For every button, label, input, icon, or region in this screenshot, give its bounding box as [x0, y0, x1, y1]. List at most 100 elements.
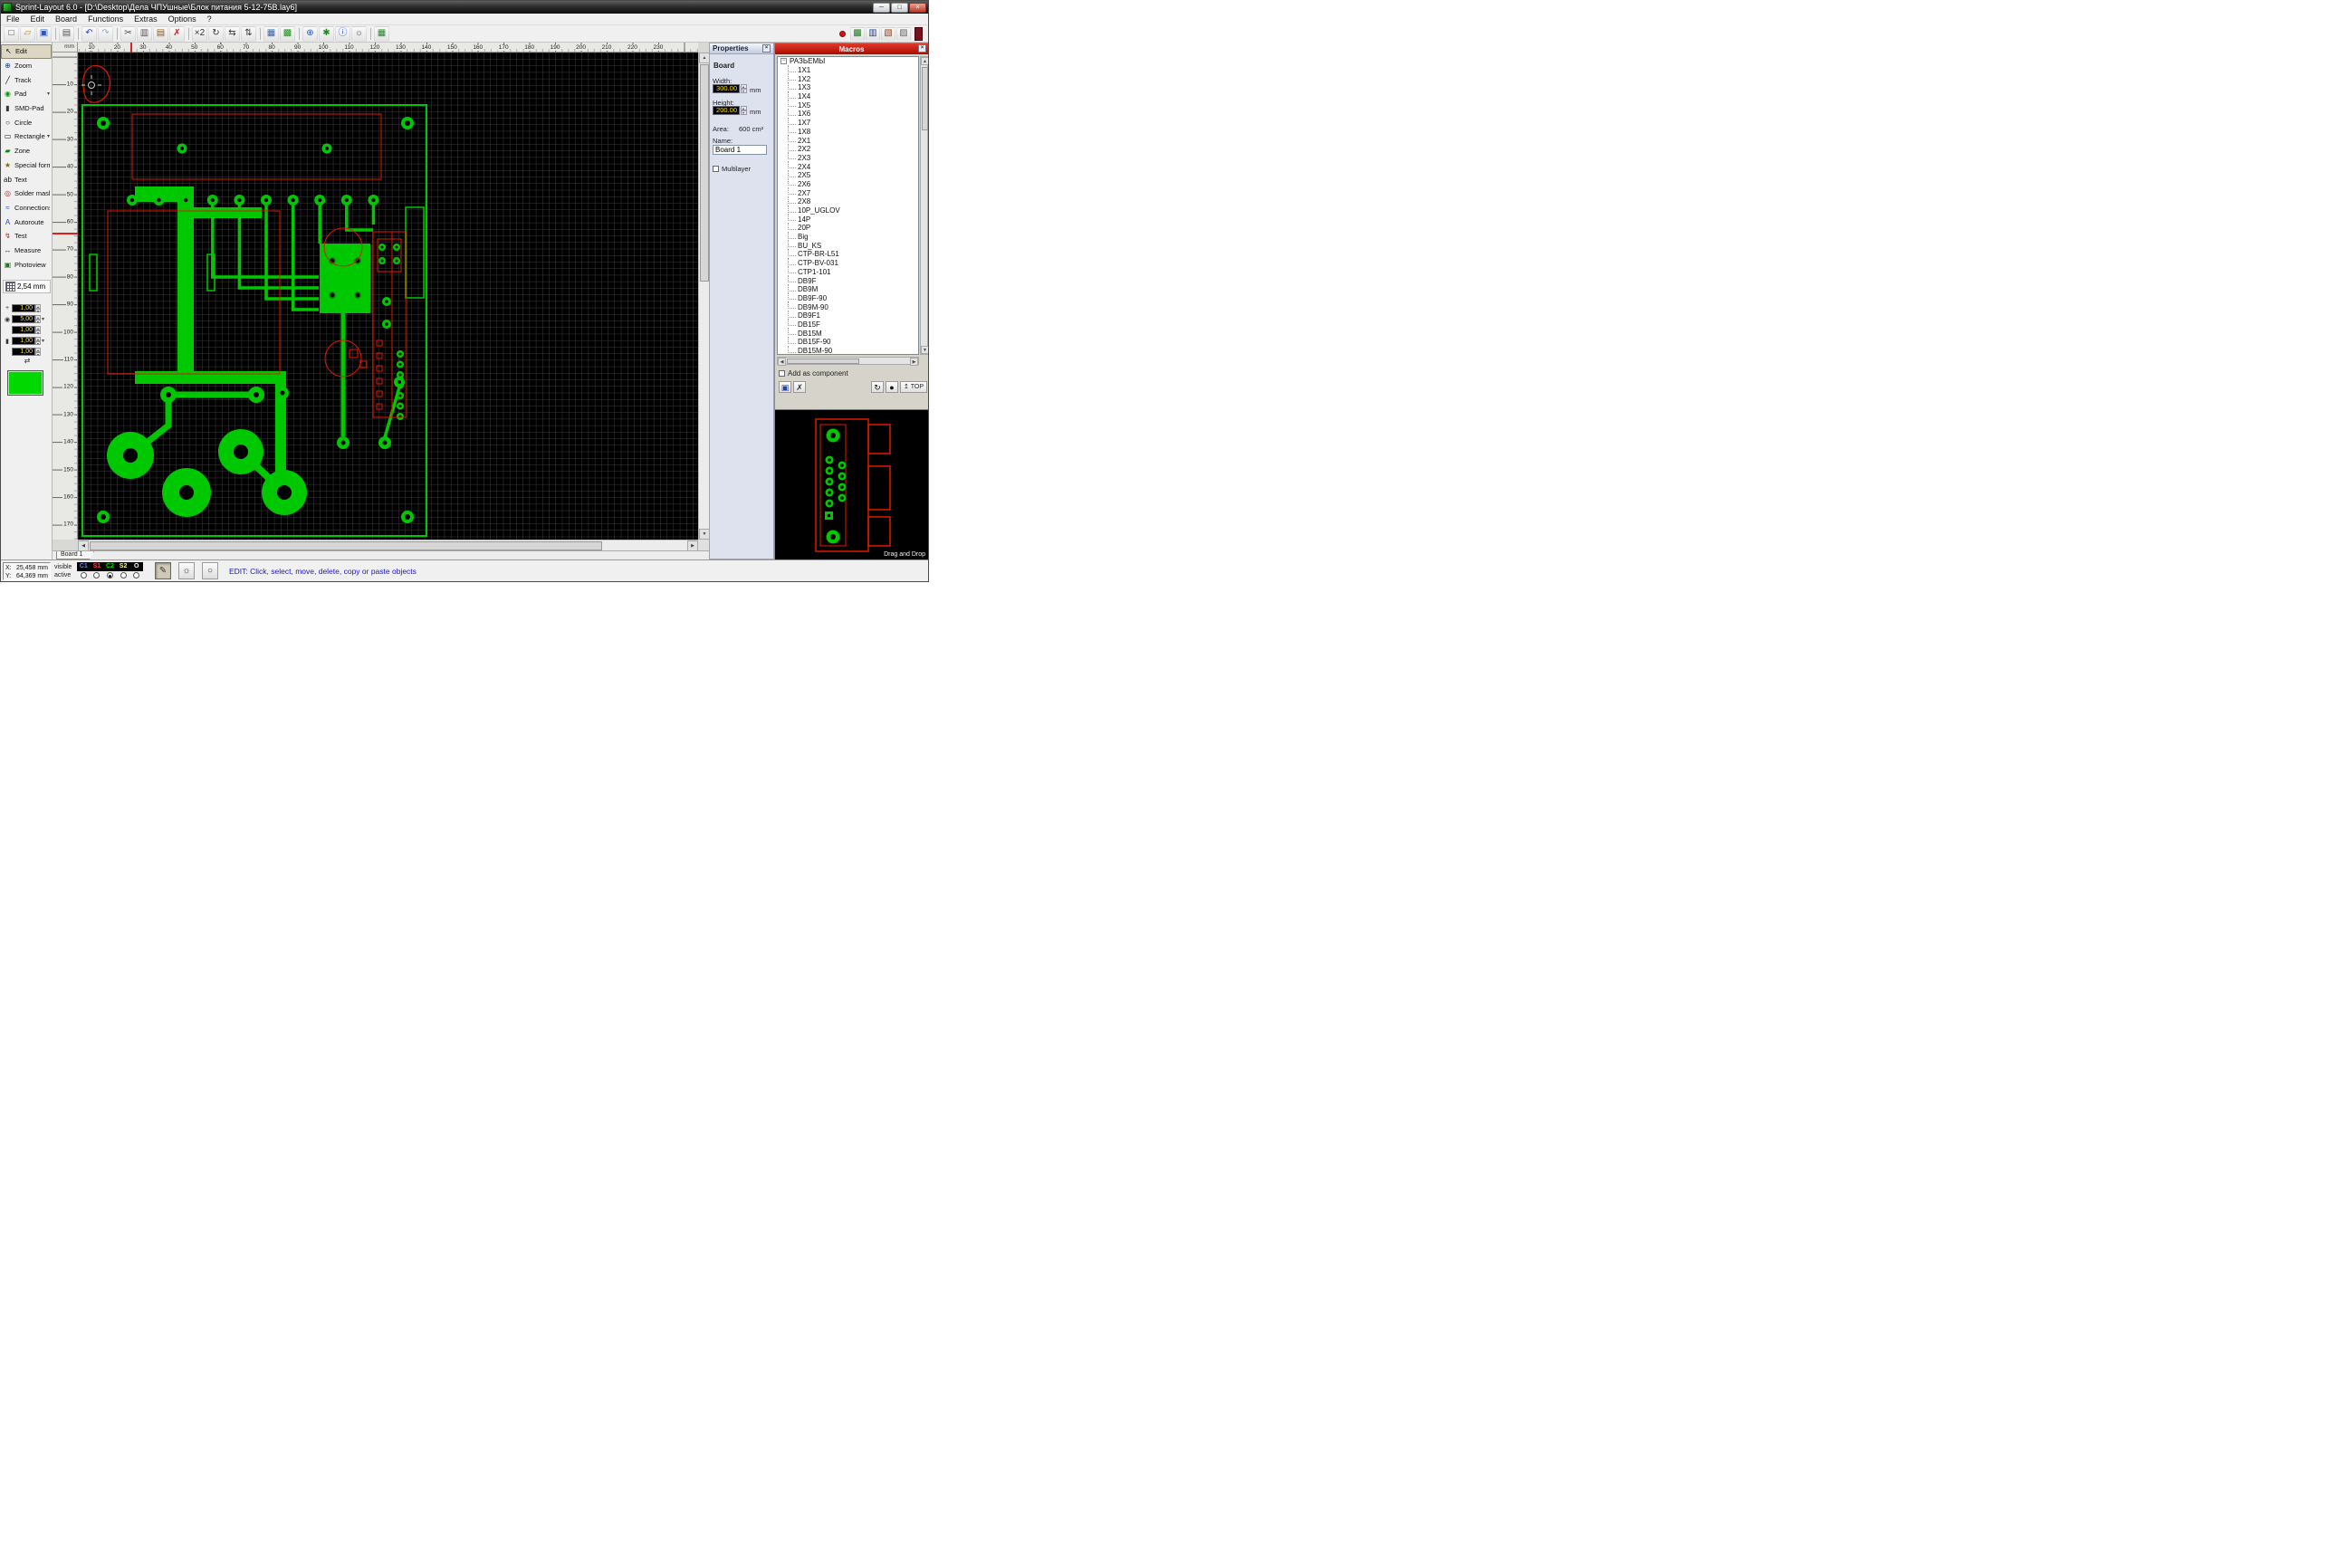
- macro-tree[interactable]: −РАЗЬЕМЫ1X11X21X31X41X51X61X71X82X12X22X…: [777, 56, 919, 355]
- macro-tree-vscrollbar[interactable]: ▲ ▼: [920, 56, 928, 355]
- macro-item-ctp1-101[interactable]: CTP1-101: [778, 268, 918, 277]
- delete-macro-button[interactable]: ✗: [793, 381, 806, 393]
- new-button[interactable]: □: [4, 26, 19, 42]
- width-field[interactable]: 300.00: [713, 84, 740, 93]
- cut-button[interactable]: ✂: [120, 26, 136, 42]
- pad-outer-spinner[interactable]: [35, 315, 41, 323]
- pad-drill-field[interactable]: 1,00: [12, 326, 35, 334]
- macro-item-2x4[interactable]: 2X4: [778, 162, 918, 171]
- layer-s1-button[interactable]: S1: [91, 562, 104, 571]
- top-side-button[interactable]: ↥ TOP: [900, 381, 927, 393]
- macro-item-db15m-90[interactable]: DB15M-90: [778, 347, 918, 355]
- macro-item-db9f-90[interactable]: DB9F-90: [778, 294, 918, 303]
- height-field[interactable]: 200.00: [713, 106, 740, 115]
- tool-zoom[interactable]: ⊕Zoom: [1, 59, 52, 73]
- title-bar[interactable]: Sprint-Layout 6.0 - [D:\Desktop\Дела ЧПУ…: [1, 1, 928, 14]
- smd-width-spinner[interactable]: [35, 337, 41, 345]
- tool-text[interactable]: abText: [1, 172, 52, 186]
- autoroute-button[interactable]: ✱: [319, 26, 334, 42]
- macro-item-1x6[interactable]: 1X6: [778, 110, 918, 119]
- layer-s2-button[interactable]: S2: [117, 562, 130, 571]
- clean-button[interactable]: ○: [202, 562, 218, 579]
- width-spinner[interactable]: [741, 84, 747, 93]
- add-as-component-checkbox[interactable]: [779, 370, 785, 377]
- tool-solder-mask[interactable]: ◎Solder mask: [1, 186, 52, 201]
- add-as-component-row[interactable]: Add as component: [779, 369, 848, 378]
- quick-view-2-button[interactable]: ▥: [866, 27, 880, 41]
- macro-item-2x2[interactable]: 2X2: [778, 145, 918, 154]
- settings-button[interactable]: ☼: [351, 26, 367, 42]
- delete-button[interactable]: ✗: [169, 26, 185, 42]
- macro-item-2x6[interactable]: 2X6: [778, 180, 918, 189]
- menu-options[interactable]: Options: [163, 14, 202, 24]
- tool-measure[interactable]: ↔Measure: [1, 244, 52, 258]
- tree-vscroll-thumb[interactable]: [922, 67, 928, 130]
- menu-help[interactable]: ?: [202, 14, 217, 24]
- multilayer-checkbox[interactable]: [713, 166, 719, 172]
- layer-c2-button[interactable]: C2: [103, 562, 117, 571]
- undo-button[interactable]: ↶: [81, 26, 97, 42]
- layer-dot-button[interactable]: ●: [886, 381, 898, 393]
- layer-c1-radio[interactable]: [77, 572, 91, 578]
- macro-item-db15m[interactable]: DB15M: [778, 329, 918, 338]
- macro-item-2x1[interactable]: 2X1: [778, 136, 918, 145]
- tree-scroll-right-icon[interactable]: ▶: [910, 358, 918, 366]
- menu-extras[interactable]: Extras: [129, 14, 163, 24]
- menu-functions[interactable]: Functions: [82, 14, 129, 24]
- macro-tree-hscrollbar[interactable]: ◀ ▶: [777, 357, 919, 365]
- macro-item-2x3[interactable]: 2X3: [778, 154, 918, 163]
- layer-s2-radio[interactable]: [117, 572, 130, 578]
- copy-button[interactable]: ▥: [137, 26, 152, 42]
- height-spinner[interactable]: [741, 106, 747, 115]
- redo-button[interactable]: ↷: [98, 26, 113, 42]
- layer-s1-radio[interactable]: [91, 572, 104, 578]
- macro-item-1x5[interactable]: 1X5: [778, 100, 918, 110]
- macros-close-icon[interactable]: ×: [918, 44, 926, 53]
- color-swatch[interactable]: [7, 370, 43, 396]
- tool-photoview[interactable]: ▣Photoview: [1, 257, 52, 272]
- rotate-macro-button[interactable]: ↻: [871, 381, 884, 393]
- tool-connections[interactable]: ≈Connections: [1, 201, 52, 215]
- board-tab[interactable]: Board 1: [56, 551, 94, 559]
- layer-o-button[interactable]: O: [129, 562, 143, 571]
- macro-item-db9m[interactable]: DB9M: [778, 285, 918, 294]
- tool-edit[interactable]: ↖Edit: [1, 44, 52, 59]
- tool-zone[interactable]: ▰Zone: [1, 144, 52, 158]
- macro-preview[interactable]: Drag and Drop: [775, 409, 928, 559]
- print-button[interactable]: ▤: [59, 26, 74, 42]
- tool-test[interactable]: ↯Test: [1, 229, 52, 244]
- macro-item-bu-ks[interactable]: BU_KS: [778, 241, 918, 250]
- paste-button[interactable]: ▤: [153, 26, 168, 42]
- macro-item-10p-uglov[interactable]: 10P_UGLOV: [778, 206, 918, 215]
- tool-smd-pad[interactable]: ▮SMD-Pad: [1, 101, 52, 116]
- rotate-button[interactable]: ↻: [208, 26, 224, 42]
- layer-c1-button[interactable]: C1: [77, 562, 91, 571]
- save-button[interactable]: ▣: [36, 26, 52, 42]
- macro-item-ctp-bv-031[interactable]: CTP-BV-031: [778, 259, 918, 268]
- quick-view-4-button[interactable]: ▨: [896, 27, 911, 41]
- component-button[interactable]: ▦: [374, 26, 389, 42]
- tool-special-form[interactable]: ★Special form: [1, 158, 52, 173]
- track-width-field[interactable]: 1,00: [12, 304, 35, 312]
- macro-item-20p[interactable]: 20P: [778, 224, 918, 233]
- collapse-icon[interactable]: −: [780, 58, 787, 64]
- macro-item-1x3[interactable]: 1X3: [778, 83, 918, 92]
- layer-o-radio[interactable]: [129, 572, 143, 578]
- pad-outer-field[interactable]: 5,00: [12, 315, 35, 323]
- track-width-spinner[interactable]: [35, 304, 41, 312]
- vertical-scrollbar[interactable]: ▲ ▼: [698, 53, 709, 540]
- open-button[interactable]: ▱: [20, 26, 35, 42]
- tree-scroll-down-icon[interactable]: ▼: [921, 346, 929, 354]
- quick-view-3-button[interactable]: ▧: [881, 27, 895, 41]
- tree-hscroll-thumb[interactable]: [787, 359, 859, 364]
- zoom-button[interactable]: ⊕: [302, 26, 318, 42]
- close-button[interactable]: ×: [909, 3, 926, 13]
- macro-item-db15f-90[interactable]: DB15F-90: [778, 338, 918, 347]
- grid-settings-button[interactable]: ☼: [178, 562, 195, 579]
- macro-item-1x1[interactable]: 1X1: [778, 66, 918, 75]
- horizontal-scroll-thumb[interactable]: [90, 541, 602, 550]
- save-macro-button[interactable]: ▣: [779, 381, 791, 393]
- macro-item-db9f[interactable]: DB9F: [778, 276, 918, 285]
- multilayer-row[interactable]: Multilayer: [713, 165, 751, 173]
- properties-header[interactable]: Properties ×: [710, 43, 773, 54]
